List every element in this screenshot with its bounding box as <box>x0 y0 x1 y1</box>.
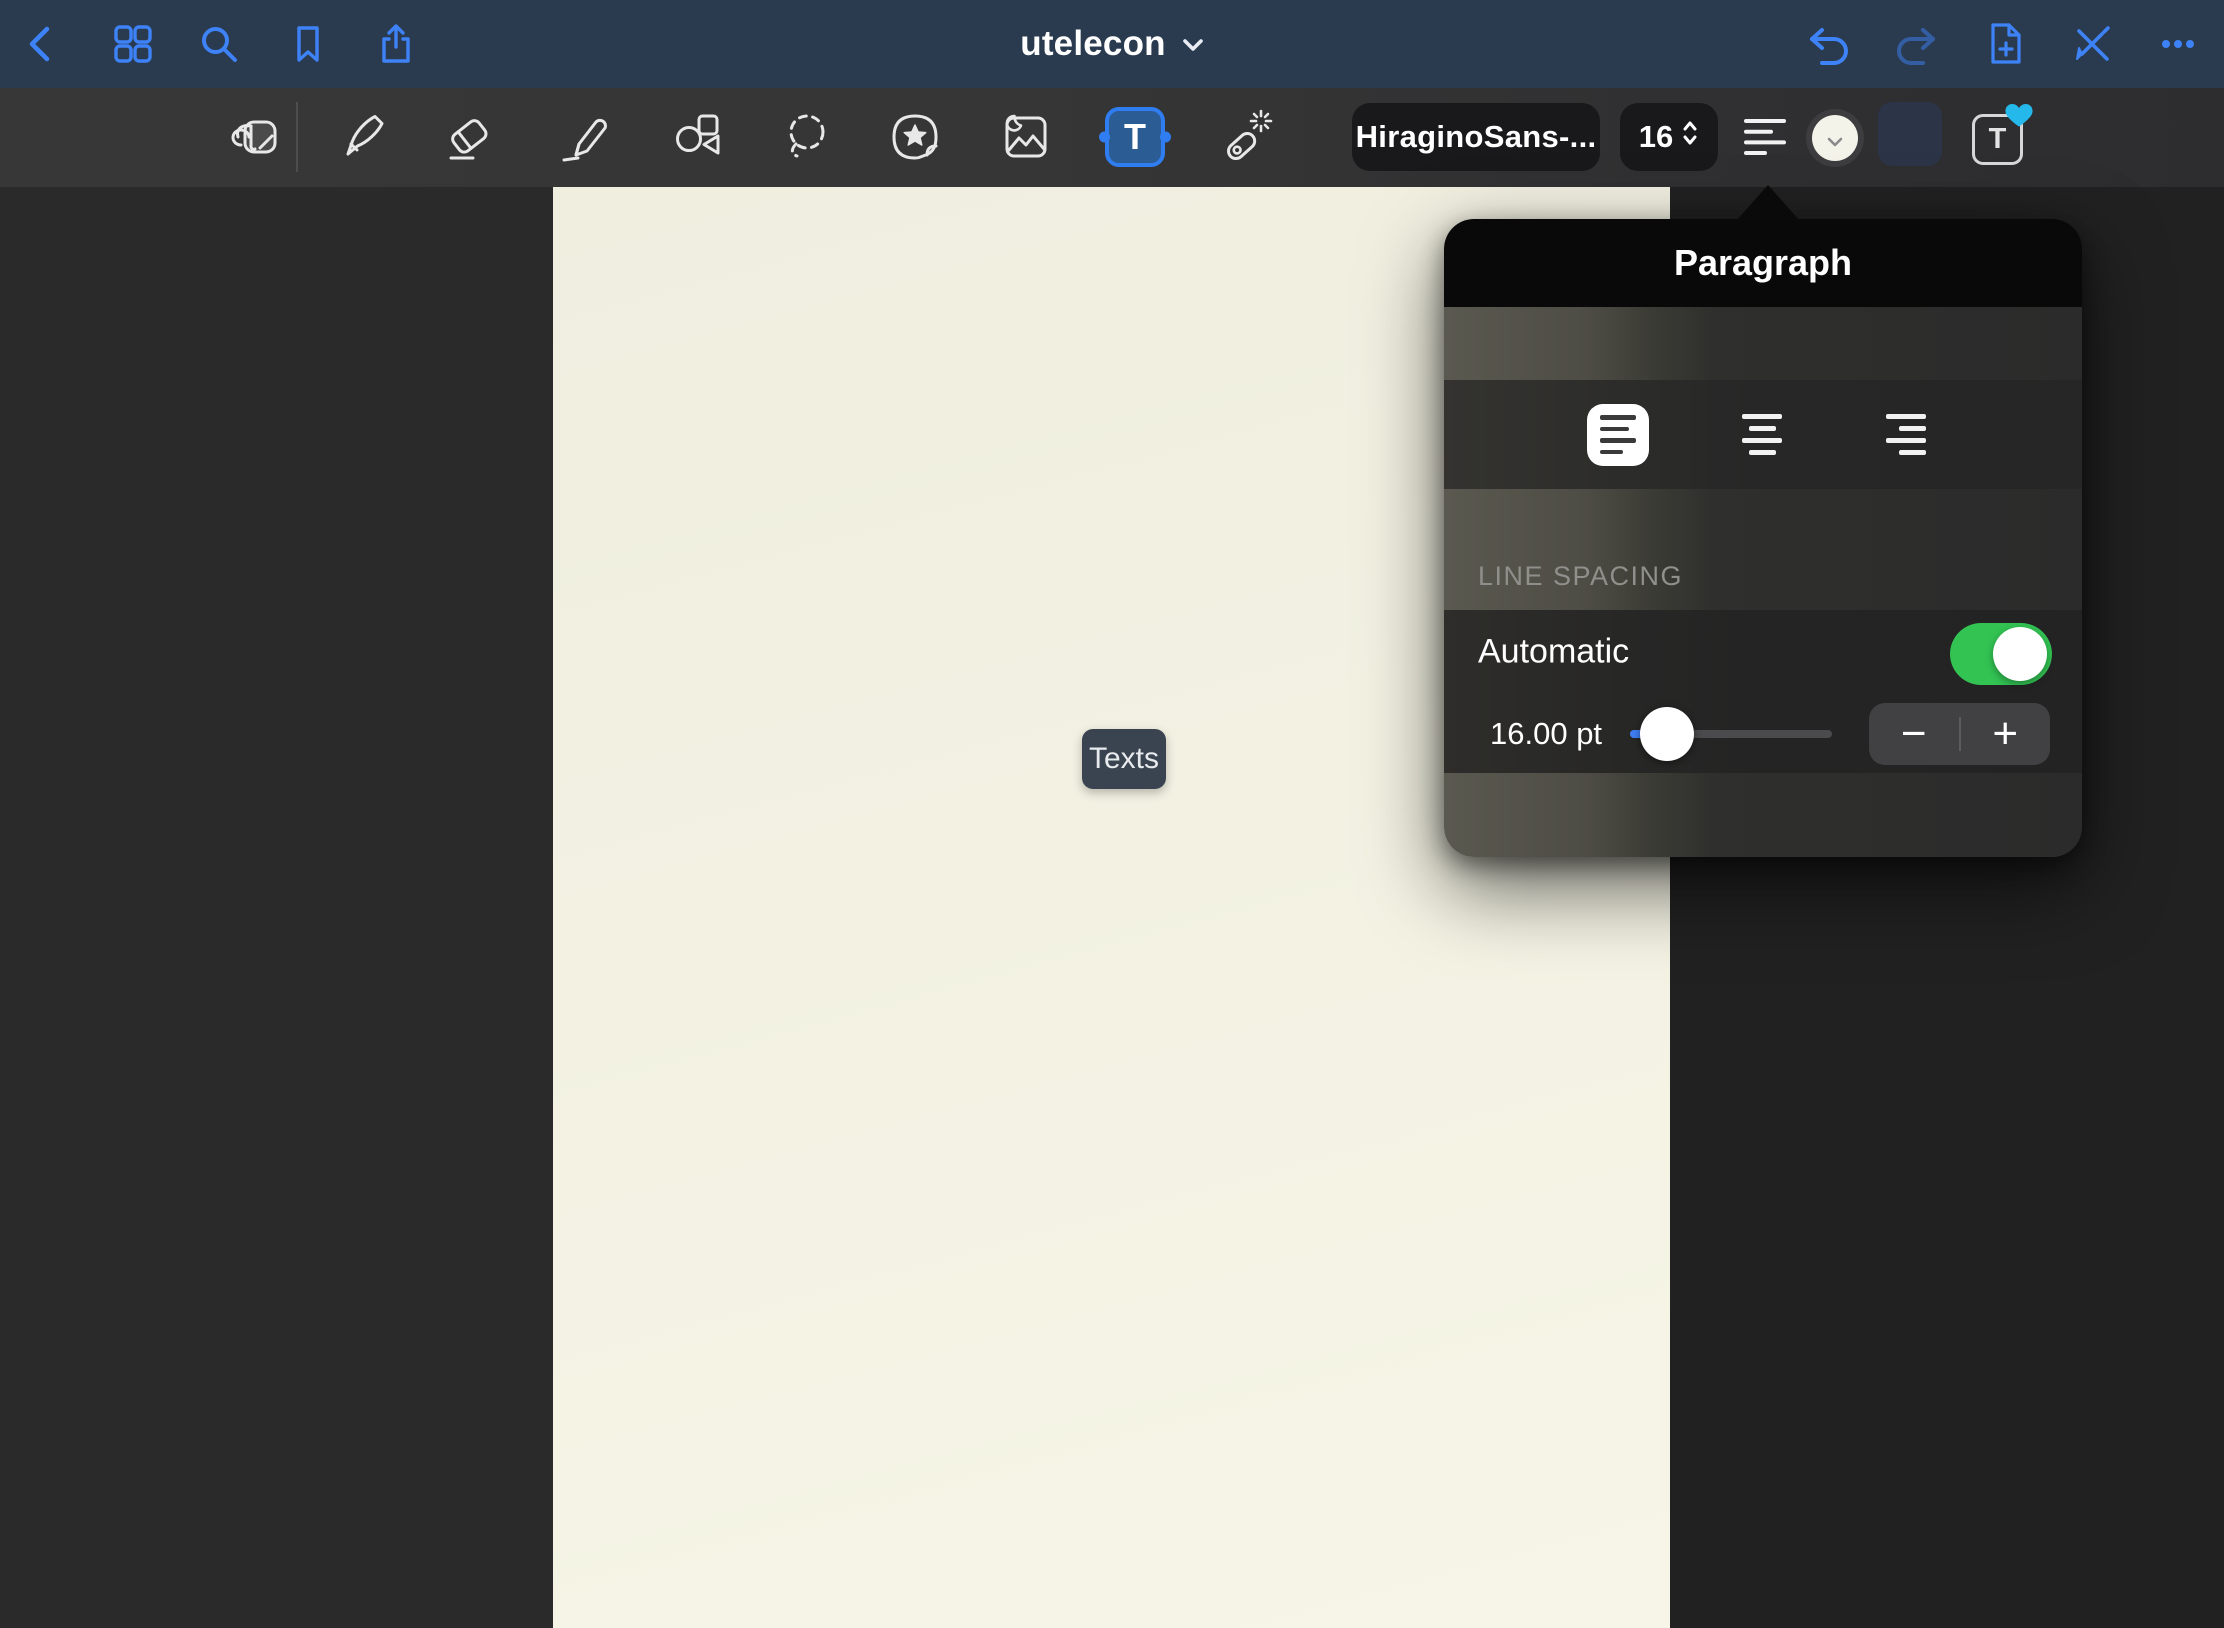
align-right-icon <box>1886 414 1926 455</box>
font-size-stepper[interactable]: 16 <box>1620 103 1718 171</box>
image-tool-icon <box>994 105 1058 169</box>
line-spacing-section: LINE SPACING <box>1444 489 2082 610</box>
sticker-tool-button[interactable] <box>883 105 947 169</box>
favorite-text-style-button[interactable]: T <box>1968 105 2032 169</box>
add-page-button[interactable] <box>1983 22 2027 66</box>
lasso-tool-icon <box>776 105 840 169</box>
sticker-tool-icon <box>883 105 947 169</box>
spacing-value-row: 16.00 pt − + <box>1444 694 2082 773</box>
redo-button[interactable] <box>1895 22 1939 66</box>
text-tool-button[interactable]: T <box>1105 107 1165 167</box>
redo-icon <box>1894 21 1940 67</box>
bookmark-button[interactable] <box>286 22 330 66</box>
eraser-tool-button[interactable] <box>438 105 502 169</box>
eraser-tool-icon <box>438 105 502 169</box>
align-right-option[interactable] <box>1846 380 1966 489</box>
add-page-icon <box>1982 21 2028 67</box>
align-left-selected-icon <box>1587 404 1649 466</box>
document-title[interactable]: utelecon <box>1020 24 1166 64</box>
stop-editing-pencil-icon <box>2069 21 2115 67</box>
lasso-tool-button[interactable] <box>776 105 840 169</box>
search-button[interactable] <box>197 22 241 66</box>
highlighter-tool-icon <box>554 105 618 169</box>
popover-spacer-top <box>1444 307 2082 380</box>
popover-title: Paragraph <box>1674 242 1852 284</box>
automatic-row: Automatic <box>1444 610 2082 694</box>
highlighter-tool-button[interactable] <box>554 105 618 169</box>
stop-editing-button[interactable] <box>2070 22 2114 66</box>
zoom-edit-tool-icon <box>223 105 287 169</box>
popover-spacer-bottom <box>1444 773 2082 857</box>
back-icon <box>20 22 64 66</box>
more-ellipsis-icon <box>2155 21 2201 67</box>
undo-button[interactable] <box>1806 22 1850 66</box>
decrease-spacing-button[interactable]: − <box>1869 703 1959 765</box>
laser-pointer-tool-icon <box>1214 105 1278 169</box>
image-tool-button[interactable] <box>994 105 1058 169</box>
line-spacing-section-label: LINE SPACING <box>1478 561 1683 592</box>
paragraph-alignment-button[interactable] <box>1734 105 1798 169</box>
laser-pointer-tool-button[interactable] <box>1214 105 1278 169</box>
spacing-slider[interactable] <box>1630 730 1832 738</box>
title-chevron-down-icon <box>1182 37 1204 58</box>
heart-icon <box>2004 101 2034 134</box>
align-center-icon <box>1742 414 1782 455</box>
align-center-option[interactable] <box>1702 380 1822 489</box>
toggle-knob <box>1993 627 2047 681</box>
texts-context-menu[interactable]: Texts <box>1082 729 1166 789</box>
align-left-icon <box>1743 117 1789 157</box>
slider-thumb[interactable] <box>1640 707 1694 761</box>
popover-header: Paragraph <box>1444 219 2082 307</box>
alignment-options-row <box>1444 380 2082 489</box>
size-up-down-icon <box>1681 117 1699 157</box>
search-icon <box>197 22 241 66</box>
align-left-option[interactable] <box>1558 380 1678 489</box>
font-name-button[interactable]: HiraginoSans-... <box>1352 103 1600 171</box>
share-button[interactable] <box>374 22 418 66</box>
shapes-tool-button[interactable] <box>664 105 728 169</box>
current-color-circle <box>1812 115 1858 161</box>
swatch-chevron-down-icon <box>1826 134 1844 152</box>
thumbnails-grid-icon <box>111 22 155 66</box>
text-tool-right-handle <box>1160 132 1171 143</box>
pen-tool-button[interactable] <box>332 105 396 169</box>
font-name-label: HiraginoSans-... <box>1356 119 1597 155</box>
increase-spacing-button[interactable]: + <box>1961 703 2051 765</box>
automatic-toggle[interactable] <box>1950 623 2052 685</box>
texts-context-menu-label: Texts <box>1089 742 1159 776</box>
inactive-swatch-button[interactable] <box>1878 102 1942 166</box>
pen-tool-icon <box>332 105 396 169</box>
thumbnails-button[interactable] <box>111 22 155 66</box>
more-button[interactable] <box>2156 22 2200 66</box>
zoom-edit-tool-button[interactable] <box>223 105 287 169</box>
line-spacing-controls: Automatic 16.00 pt − + <box>1444 610 2082 773</box>
spacing-stepper: − + <box>1869 703 2050 765</box>
app-screen: utelecon <box>0 0 2224 1628</box>
toolbar-divider <box>296 102 298 172</box>
text-tool-glyph: T <box>1124 116 1146 158</box>
document-title-group: utelecon <box>0 0 2224 88</box>
share-icon <box>374 22 418 66</box>
spacing-value-label: 16.00 pt <box>1490 716 1602 752</box>
shapes-tool-icon <box>664 105 728 169</box>
back-button[interactable] <box>20 22 64 66</box>
text-tool-left-handle <box>1099 132 1110 143</box>
top-navigation-bar: utelecon <box>0 0 2224 88</box>
font-size-value: 16 <box>1639 119 1673 155</box>
undo-icon <box>1805 21 1851 67</box>
tools-toolbar: T HiraginoSans-... 16 T <box>0 88 2224 187</box>
bookmark-icon <box>286 22 330 66</box>
automatic-label: Automatic <box>1478 633 1629 672</box>
text-color-swatch-button[interactable] <box>1806 109 1864 167</box>
paragraph-popover: Paragraph LINE SPACING <box>1444 219 2082 857</box>
